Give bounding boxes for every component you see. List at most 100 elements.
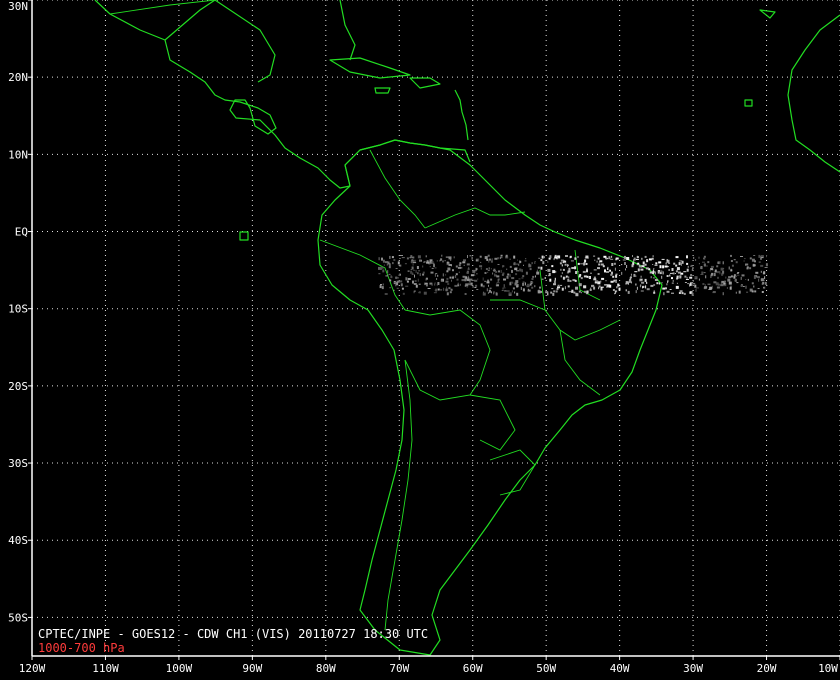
wind-vector-mark [503, 278, 506, 281]
wind-vector-mark [704, 284, 706, 287]
wind-vector-mark [388, 273, 391, 275]
wind-vector-mark [514, 268, 518, 271]
wind-vector-mark [662, 265, 665, 269]
lat-label: 30S [8, 457, 28, 470]
wind-vector-mark [762, 281, 764, 285]
wind-vector-mark [659, 272, 662, 275]
wind-vector-mark [518, 278, 521, 280]
wind-vector-mark [665, 262, 667, 265]
wind-vector-mark [445, 289, 449, 291]
wind-vector-mark [760, 278, 764, 282]
wind-vector-mark [625, 268, 626, 271]
wind-vector-mark [422, 271, 425, 274]
wind-vector-mark [522, 288, 525, 292]
wind-vector-mark [604, 284, 608, 286]
wind-vector-mark [413, 269, 416, 271]
wind-vector-mark [604, 269, 606, 273]
wind-vector-mark [467, 255, 468, 258]
wind-vector-mark [759, 276, 760, 279]
wind-vector-mark [675, 273, 676, 274]
wind-vector-mark [389, 255, 391, 259]
wind-vector-mark [487, 271, 489, 273]
wind-vector-mark [684, 275, 687, 278]
wind-vector-mark [553, 283, 556, 286]
wind-vector-mark [384, 293, 388, 295]
wind-vector-mark [514, 291, 516, 294]
wind-vector-mark [391, 256, 394, 259]
wind-vector-mark [541, 255, 544, 259]
wind-vector-mark [730, 269, 733, 272]
wind-vector-mark [644, 263, 647, 266]
wind-vector-mark [446, 286, 448, 289]
wind-vector-mark [487, 269, 490, 271]
wind-vector-mark [764, 276, 766, 280]
wind-vector-mark [480, 261, 482, 263]
wind-vector-mark [565, 255, 568, 257]
wind-vector-mark [586, 290, 589, 294]
wind-vector-mark [479, 255, 482, 258]
satellite-wind-map: 30N 20N 10N EQ 10S 20S 30S 40S 50S 120W 110W 100W 90… [0, 0, 840, 680]
wind-vector-mark [557, 286, 561, 289]
lat-label: 20N [8, 71, 28, 84]
wind-vector-mark [446, 261, 449, 264]
wind-vector-mark [479, 265, 483, 268]
wind-vector-mark [749, 257, 752, 260]
wind-vector-mark [486, 288, 488, 292]
wind-vector-mark [542, 261, 545, 265]
wind-vector-mark [497, 257, 500, 260]
wind-vector-mark [455, 273, 458, 276]
wind-vector-mark [624, 262, 626, 265]
wind-vector-mark [514, 282, 518, 286]
lat-label: 20S [8, 380, 28, 393]
wind-vector-mark [613, 262, 616, 265]
wind-vector-mark [545, 291, 549, 294]
wind-vector-mark [691, 269, 693, 271]
wind-vector-mark [614, 267, 616, 271]
wind-vector-mark [744, 258, 746, 260]
wind-vector-mark [398, 274, 400, 276]
wind-vector-mark [736, 282, 739, 284]
wind-vector-mark [606, 286, 609, 288]
wind-vector-mark [749, 267, 752, 270]
wind-vector-mark [410, 269, 412, 271]
wind-vector-mark [764, 281, 767, 285]
wind-vector-mark [413, 262, 417, 264]
wind-vector-mark [524, 260, 527, 262]
wind-vector-mark [717, 276, 719, 279]
wind-vector-mark [446, 270, 449, 273]
wind-vector-mark [511, 290, 513, 293]
wind-vector-mark [605, 280, 607, 282]
wind-vector-mark [496, 275, 500, 278]
wind-vector-mark [496, 283, 498, 286]
wind-vector-mark [404, 263, 407, 265]
wind-vector-mark [664, 265, 668, 268]
wind-vector-mark [704, 286, 708, 289]
wind-vector-mark [452, 269, 454, 272]
wind-vector-mark [733, 259, 736, 261]
wind-vector-mark [644, 255, 647, 258]
wind-vector-mark [418, 283, 421, 285]
wind-vector-mark [434, 267, 437, 269]
wind-vector-mark [575, 271, 578, 274]
wind-vector-mark [676, 282, 678, 284]
wind-vector-mark [509, 274, 511, 278]
wind-vector-mark [489, 258, 491, 261]
wind-vector-mark [578, 283, 582, 287]
wind-vector-mark [720, 267, 724, 271]
wind-vector-mark [651, 257, 654, 260]
wind-vector-mark [740, 285, 743, 287]
map-background [0, 0, 840, 680]
wind-vector-mark [520, 286, 522, 290]
wind-vector-mark [433, 292, 437, 294]
wind-vector-mark [393, 289, 395, 291]
wind-vector-mark [743, 260, 745, 262]
lat-label: 50S [8, 611, 28, 624]
wind-vector-mark [524, 282, 526, 286]
wind-vector-mark [469, 255, 472, 257]
wind-vector-mark [472, 285, 475, 288]
wind-vector-mark [720, 284, 724, 287]
wind-vector-mark [527, 289, 531, 292]
wind-vector-mark [553, 280, 556, 284]
wind-vector-mark [415, 270, 417, 273]
wind-vector-mark [652, 264, 654, 265]
